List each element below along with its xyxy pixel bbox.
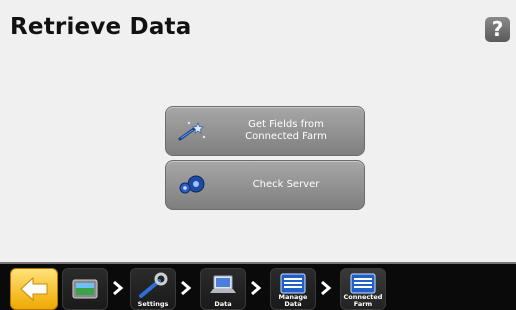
chevron-right-icon (251, 281, 262, 295)
wand-icon (178, 121, 206, 141)
home-back-icon (20, 276, 48, 302)
breadcrumb-settings-label: Settings (137, 300, 169, 308)
home-back-button[interactable] (10, 268, 58, 310)
gears-icon (179, 175, 205, 194)
breadcrumb-connected-farm[interactable]: Connected Farm (340, 268, 386, 310)
check-server-label: Check Server (252, 179, 320, 190)
help-button[interactable]: ? (485, 17, 510, 42)
chevron-right-icon (113, 281, 124, 295)
help-icon: ? (491, 17, 504, 41)
check-server-button[interactable]: Check Server (165, 160, 365, 210)
breadcrumb-connected-farm-label: Connected Farm (343, 293, 383, 308)
breadcrumb-data[interactable]: Data (200, 268, 246, 310)
breadcrumb-settings[interactable]: Settings (130, 268, 176, 310)
get-fields-button[interactable]: Get Fields from Connected Farm (165, 106, 365, 156)
breadcrumb-data-label: Data (214, 300, 232, 308)
retrieve-data-screen: Retrieve Data ? Get Fields from Connecte… (0, 0, 516, 310)
page-title: Retrieve Data (10, 14, 192, 40)
breadcrumb-manage-data-label: Manage Data (278, 293, 308, 308)
breadcrumb-run-screen[interactable] (62, 268, 108, 310)
screen-icon (72, 279, 98, 299)
chevron-right-icon (181, 281, 192, 295)
breadcrumb-manage-data[interactable]: Manage Data (270, 268, 316, 310)
chevron-right-icon (321, 281, 332, 295)
get-fields-label: Get Fields from Connected Farm (245, 119, 327, 142)
